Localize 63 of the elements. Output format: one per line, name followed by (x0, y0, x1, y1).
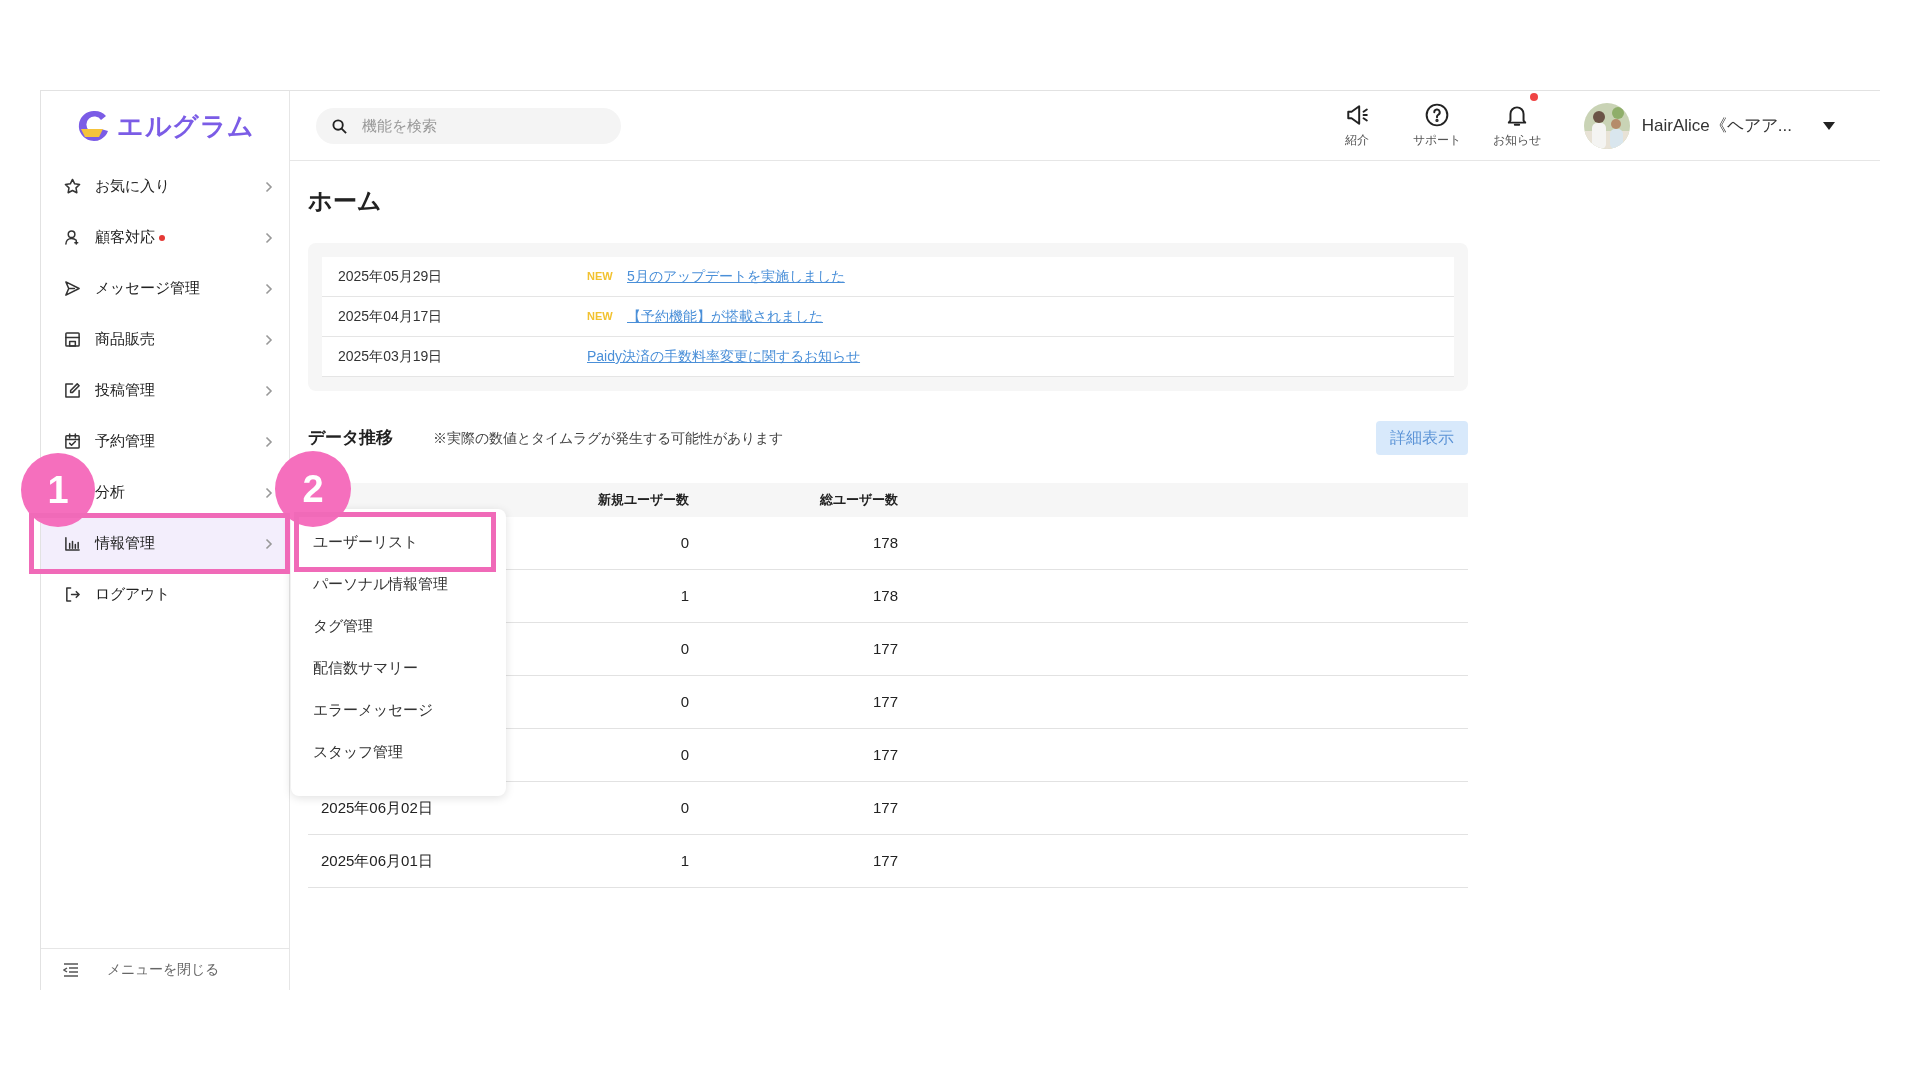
notice-date: 2025年03月19日 (337, 347, 444, 366)
submenu-item[interactable]: スタッフ管理 (313, 740, 403, 764)
notice-date: 2025年05月29日 (337, 267, 444, 286)
header-action-button[interactable]: お知らせ (1483, 102, 1550, 149)
send-icon (64, 280, 81, 297)
menu-collapse-icon[interactable] (63, 962, 79, 977)
header-action-button[interactable]: 紹介 (1323, 102, 1390, 149)
submenu-item[interactable]: エラーメッセージ (313, 698, 433, 722)
submenu-item[interactable]: タグ管理 (313, 614, 373, 638)
sidebar-item[interactable]: メッセージ管理 (95, 277, 200, 300)
sidebar-item[interactable]: 投稿管理 (95, 379, 155, 402)
close-menu-link[interactable]: メニューを閉じる (107, 959, 219, 980)
table-cell-text: 1 (679, 585, 689, 606)
star-icon (64, 178, 81, 195)
notice-link[interactable]: 5月のアップデートを実施しました (627, 266, 845, 287)
edit-icon (64, 382, 81, 399)
table-cell-text: 177 (871, 691, 898, 712)
table-cell-text: 2025年06月02日 (320, 797, 434, 818)
bar-chart-icon (64, 535, 81, 552)
table-cell-text: 178 (871, 585, 898, 606)
search-field[interactable]: 機能を検索 (316, 107, 621, 144)
table-cell-text: 0 (679, 638, 689, 659)
logout-icon (64, 586, 81, 603)
table-cell-text: 178 (871, 532, 898, 553)
section-title: データ推移 (308, 427, 393, 450)
table-cell-text: 177 (871, 744, 898, 765)
table-cell-text: 2025年06月01日 (320, 850, 434, 871)
sidebar-item[interactable]: お気に入り (95, 175, 170, 198)
account-name[interactable]: HairAlice《ヘアア... (1641, 112, 1792, 139)
table-cell-text: 0 (679, 691, 689, 712)
sidebar-item[interactable]: 予約管理 (95, 430, 155, 453)
sidebar-item[interactable]: 分析 (95, 481, 125, 504)
new-label: NEW (587, 309, 614, 325)
store-icon (64, 331, 81, 348)
header-action-button[interactable]: サポート (1403, 102, 1470, 149)
notice-date: 2025年04月17日 (337, 307, 444, 326)
table-cell-text: 177 (871, 850, 898, 871)
sidebar-item[interactable]: 商品販売 (95, 328, 155, 351)
logo-text: エルグラム (116, 109, 256, 143)
new-label: NEW (587, 269, 614, 285)
table-cell-text: 0 (679, 797, 689, 818)
sidebar-item[interactable]: ログアウト (95, 583, 170, 606)
submenu-item[interactable]: パーソナル情報管理 (313, 572, 448, 596)
help-icon (1424, 102, 1449, 127)
table-cell-text: 0 (679, 744, 689, 765)
table-cell-text: 0 (679, 532, 689, 553)
table-cell-text: 177 (871, 638, 898, 659)
column-header: 総ユーザー数 (819, 491, 898, 510)
section-note: ※実際の数値とタイムラグが発生する可能性があります (433, 428, 783, 448)
calendar-icon (64, 433, 81, 450)
column-header: 新規ユーザー数 (597, 491, 689, 510)
table-cell-text: 177 (871, 797, 898, 818)
person-icon (64, 229, 81, 246)
notice-link[interactable]: Paidy決済の手数料率変更に関するお知らせ (587, 346, 861, 367)
submenu-item[interactable]: ユーザーリスト (313, 530, 418, 554)
search-icon (332, 118, 347, 134)
page-title: ホーム (308, 186, 383, 216)
notice-link[interactable]: 【予約機能】が搭載されました (627, 306, 823, 327)
submenu-item[interactable]: 配信数サマリー (313, 656, 418, 680)
sidebar-item[interactable]: 顧客対応 (95, 226, 155, 249)
table-cell-text: 1 (679, 850, 689, 871)
megaphone-icon (1344, 102, 1369, 127)
caret-icon[interactable] (1822, 120, 1836, 131)
